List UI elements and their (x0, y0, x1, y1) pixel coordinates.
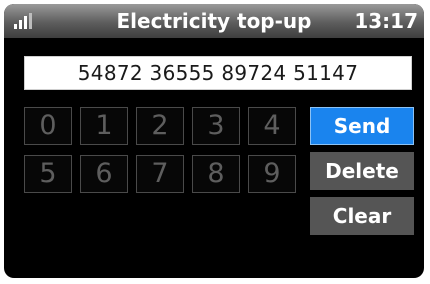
key-7[interactable]: 7 (136, 155, 184, 193)
key-0[interactable]: 0 (24, 107, 72, 145)
phone-screen: Electricity top-up 13:17 54872 36555 897… (4, 4, 424, 278)
clear-button[interactable]: Clear (310, 197, 414, 235)
key-3[interactable]: 3 (192, 107, 240, 145)
key-2[interactable]: 2 (136, 107, 184, 145)
key-5[interactable]: 5 (24, 155, 72, 193)
key-6[interactable]: 6 (80, 155, 128, 193)
clock: 13:17 (354, 9, 418, 33)
key-9[interactable]: 9 (248, 155, 296, 193)
status-bar: Electricity top-up 13:17 (4, 4, 424, 38)
token-code-input[interactable]: 54872 36555 89724 51147 (24, 56, 412, 90)
delete-button[interactable]: Delete (310, 152, 414, 190)
number-keypad: 0 1 2 3 4 5 6 7 8 9 (24, 107, 296, 193)
send-button[interactable]: Send (310, 107, 414, 145)
key-1[interactable]: 1 (80, 107, 128, 145)
key-8[interactable]: 8 (192, 155, 240, 193)
key-4[interactable]: 4 (248, 107, 296, 145)
